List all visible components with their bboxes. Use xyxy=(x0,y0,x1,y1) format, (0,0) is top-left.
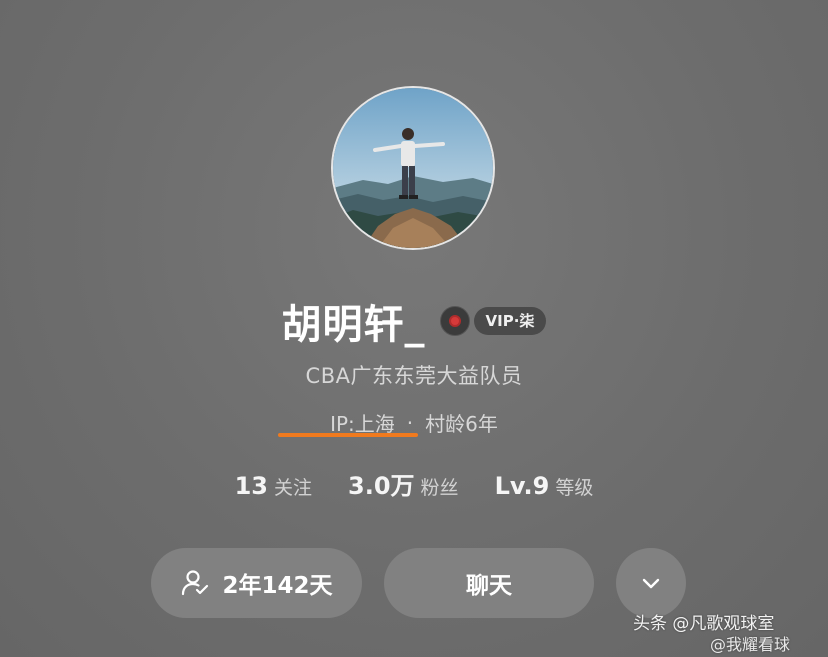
user-check-icon xyxy=(182,570,209,596)
name-row: 胡明轩_ VIP·柒 xyxy=(0,293,828,349)
ip-separator: · xyxy=(406,410,414,435)
avatar[interactable] xyxy=(331,86,495,250)
stat-followers[interactable]: 3.0万 粉丝 xyxy=(348,466,459,501)
chat-button[interactable]: 聊天 xyxy=(384,548,594,618)
avatar-image xyxy=(333,88,493,248)
profile-bio: CBA广东东莞大益队员 xyxy=(305,364,523,388)
vinyl-record-icon xyxy=(439,306,470,336)
chat-label: 聊天 xyxy=(466,573,512,599)
stat-label: 粉丝 xyxy=(420,477,459,499)
stat-label: 关注 xyxy=(274,477,313,499)
stat-label: 等级 xyxy=(555,477,594,499)
friend-days-button[interactable]: 2年142天 xyxy=(151,548,362,618)
ip-highlight-underline xyxy=(278,433,418,437)
account-age: 村龄6年 xyxy=(425,412,498,436)
vip-badge[interactable]: VIP·柒 xyxy=(473,307,547,335)
chevron-down-icon xyxy=(642,578,660,589)
profile-name: 胡明轩_ xyxy=(281,302,426,348)
vip-badge-group[interactable]: VIP·柒 xyxy=(439,306,547,336)
more-button[interactable] xyxy=(616,548,686,618)
friend-days-label: 2年142天 xyxy=(222,573,333,599)
stat-value: 13 xyxy=(234,472,269,500)
stat-value: Lv.9 xyxy=(494,472,550,500)
stats-row: 13 关注 3.0万 粉丝 Lv.9 等级 xyxy=(0,466,828,501)
stat-level[interactable]: Lv.9 等级 xyxy=(495,472,594,500)
watermark-secondary: @我耀看球 xyxy=(710,635,791,654)
stat-following[interactable]: 13 关注 xyxy=(235,472,312,500)
stat-value: 3.0万 xyxy=(348,472,415,500)
